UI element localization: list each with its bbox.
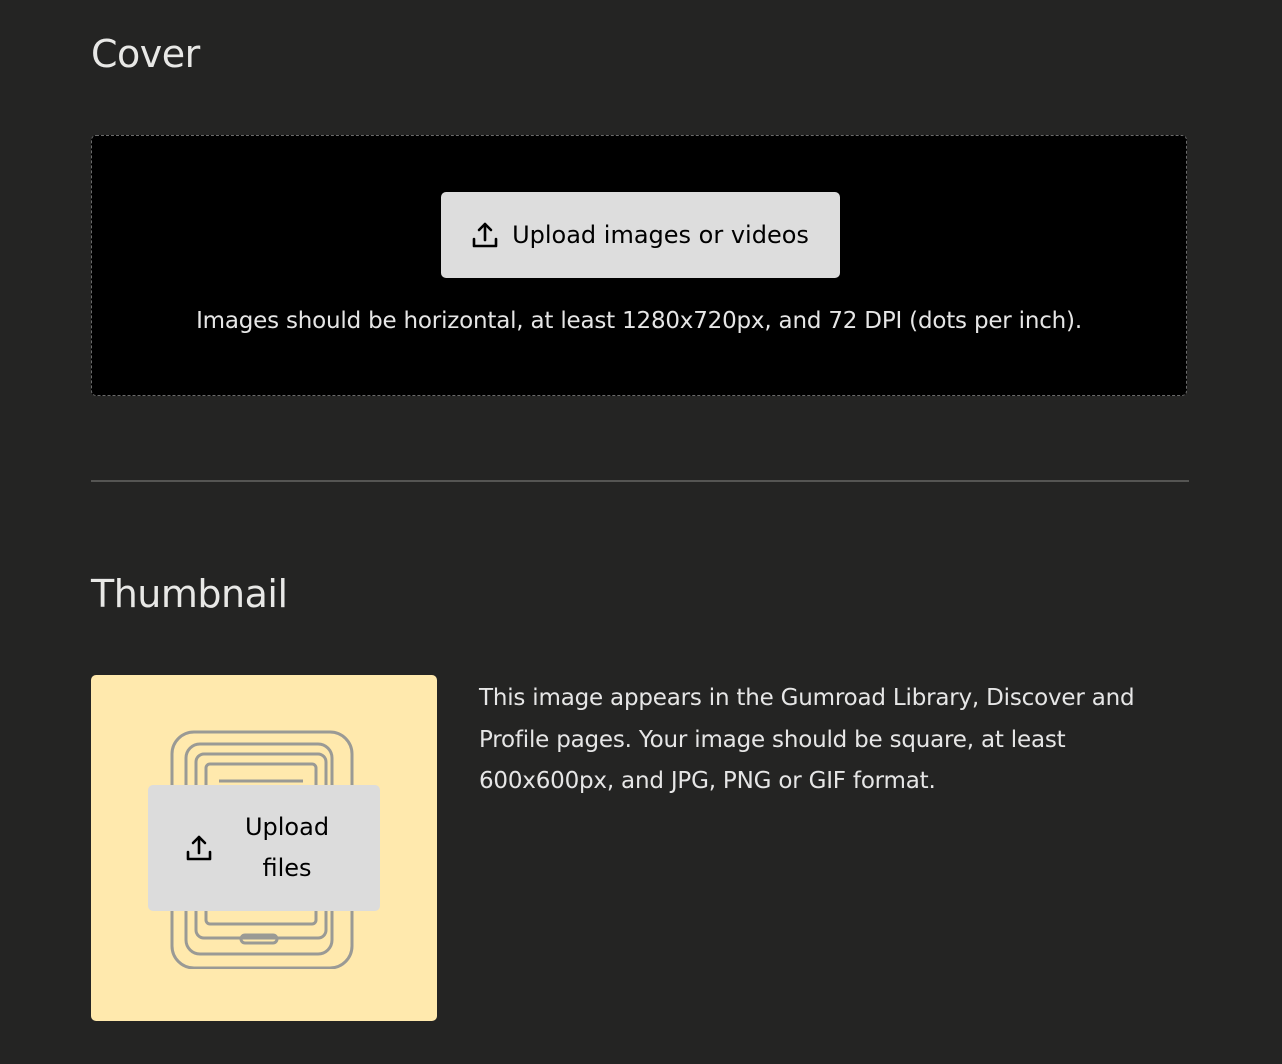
- upload-images-or-videos-label: Upload images or videos: [512, 221, 809, 249]
- cover-dropzone[interactable]: Upload images or videos Images should be…: [91, 135, 1187, 396]
- upload-icon: [472, 221, 498, 249]
- section-divider: [91, 480, 1189, 482]
- cover-requirements-text: Images should be horizontal, at least 12…: [196, 308, 1082, 334]
- thumbnail-requirements-text: This image appears in the Gumroad Librar…: [479, 685, 1135, 794]
- product-media-settings: Cover Upload images or videos Images sho…: [0, 0, 1282, 1064]
- thumbnail-section-title: Thumbnail: [91, 572, 288, 616]
- upload-icon: [186, 834, 212, 862]
- upload-files-button[interactable]: Upload files: [148, 785, 380, 911]
- upload-images-or-videos-button[interactable]: Upload images or videos: [441, 192, 840, 278]
- upload-files-label: Upload files: [244, 813, 330, 882]
- thumbnail-dropzone[interactable]: Upload files: [91, 675, 437, 1021]
- cover-section-title: Cover: [91, 32, 200, 76]
